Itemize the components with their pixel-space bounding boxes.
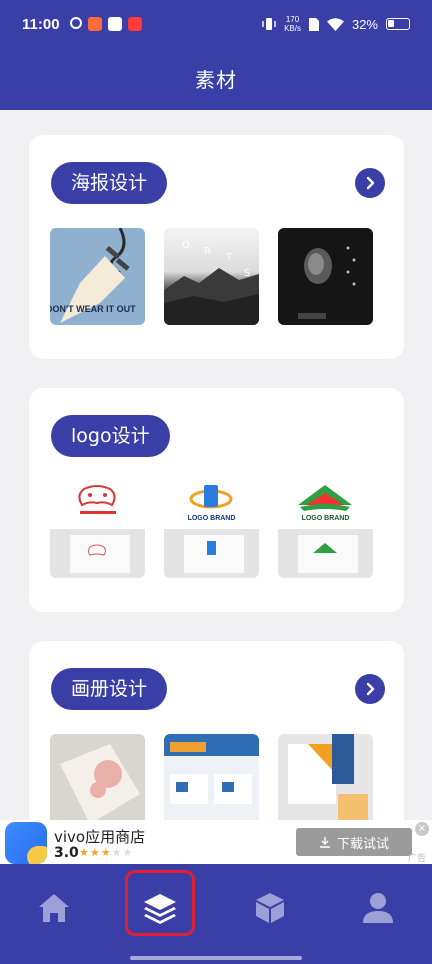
battery-percent: 32% bbox=[351, 16, 378, 32]
logo-brand-text: LOGO BRAND bbox=[187, 515, 236, 522]
logo-thumbnails: LOGO BRAND LOGO BRAND bbox=[50, 481, 373, 578]
poster-letter: R bbox=[204, 246, 211, 257]
poster-letter: O bbox=[182, 240, 190, 251]
brand-logo-green bbox=[278, 485, 373, 578]
logo-thumb[interactable]: LOGO BRAND bbox=[164, 481, 259, 578]
nav-templates[interactable] bbox=[242, 880, 298, 936]
brand-logo-blue bbox=[164, 485, 259, 578]
brochure-more-button[interactable] bbox=[355, 674, 385, 704]
brochure-thumb[interactable] bbox=[164, 734, 259, 831]
ad-app-name: vivo应用商店 bbox=[54, 828, 146, 846]
ad-download-label: 下载试试 bbox=[336, 836, 389, 852]
star-icon: ★ bbox=[122, 846, 134, 859]
ad-banner[interactable]: vivo应用商店 3.0 ★★★★★ 下载试试 × 广告 bbox=[0, 820, 432, 864]
poster-thumb[interactable]: DON'T WEAR IT OUT bbox=[50, 228, 145, 325]
poster-thumb[interactable]: O R T S bbox=[164, 228, 259, 325]
notification-icons bbox=[70, 17, 142, 31]
app-header: 11:00 170 KB/s 32% 素材 bbox=[0, 0, 432, 110]
star-icon: ★ bbox=[111, 846, 123, 859]
ad-download-button[interactable]: 下载试试 bbox=[296, 828, 412, 856]
chevron-right-icon bbox=[366, 176, 375, 190]
ad-close-button[interactable]: × bbox=[415, 822, 429, 836]
notification-app-icon bbox=[70, 17, 82, 29]
brochure-thumb[interactable] bbox=[278, 734, 373, 831]
logo-design-card: logo设计 LOGO BRAND LOGO BRAND bbox=[29, 388, 404, 612]
notification-app-icon bbox=[128, 17, 142, 31]
cube-icon bbox=[256, 893, 284, 923]
logo-thumb[interactable] bbox=[50, 481, 145, 578]
download-icon bbox=[319, 837, 330, 848]
notification-mail-icon bbox=[108, 17, 122, 31]
status-right: 170 KB/s 32% bbox=[262, 15, 410, 33]
poster-thumb[interactable] bbox=[278, 228, 373, 325]
ad-rating: 3.0 bbox=[54, 845, 79, 861]
wifi-icon bbox=[326, 17, 344, 31]
brochure-design-card: 画册设计 bbox=[29, 641, 404, 841]
home-icon bbox=[39, 894, 69, 922]
star-icon: ★ bbox=[79, 846, 90, 859]
brochure-thumbnails bbox=[50, 734, 373, 831]
nav-home[interactable] bbox=[26, 880, 82, 936]
section-title-logo[interactable]: logo设计 bbox=[51, 415, 170, 457]
bottom-nav bbox=[0, 864, 432, 964]
status-time: 11:00 bbox=[22, 16, 60, 33]
poster-more-button[interactable] bbox=[355, 168, 385, 198]
brochure-illustration bbox=[60, 744, 140, 824]
sim-card-icon bbox=[308, 17, 319, 31]
ad-tag: 广告 bbox=[407, 854, 426, 864]
net-speed: 170 KB/s bbox=[284, 15, 301, 33]
section-title-poster[interactable]: 海报设计 bbox=[51, 162, 168, 204]
nav-profile[interactable] bbox=[350, 880, 406, 936]
user-icon bbox=[363, 893, 393, 923]
brochure-illustration bbox=[288, 734, 368, 824]
vibrate-icon bbox=[262, 18, 276, 30]
star-icon: ★ bbox=[100, 846, 112, 859]
brochure-thumb[interactable] bbox=[50, 734, 145, 831]
section-title-brochure[interactable]: 画册设计 bbox=[51, 668, 168, 710]
poster-letter: S bbox=[244, 268, 251, 279]
gamepad-logo bbox=[50, 485, 145, 578]
app-store-icon bbox=[5, 822, 47, 864]
active-tab-highlight bbox=[125, 870, 195, 936]
rating-stars: ★★★★★ bbox=[79, 846, 133, 859]
poster-design-card: 海报设计 DON'T WEAR IT OUT O R T S bbox=[29, 135, 404, 359]
logo-brand-text: LOGO BRAND bbox=[301, 515, 350, 522]
star-icon: ★ bbox=[89, 846, 101, 859]
portrait-illustration bbox=[298, 246, 356, 319]
notification-app-icon bbox=[88, 17, 102, 31]
battery-icon bbox=[386, 18, 410, 30]
page-title: 素材 bbox=[195, 68, 237, 92]
poster-thumbnails: DON'T WEAR IT OUT O R T S bbox=[50, 228, 373, 325]
poster-letter: T bbox=[226, 252, 233, 263]
poster-caption: DON'T WEAR IT OUT bbox=[50, 304, 136, 314]
status-bar: 11:00 170 KB/s 32% bbox=[0, 0, 432, 52]
home-indicator[interactable] bbox=[130, 956, 302, 960]
logo-thumb[interactable]: LOGO BRAND bbox=[278, 481, 373, 578]
chevron-right-icon bbox=[366, 682, 375, 696]
brochure-illustration bbox=[164, 734, 259, 804]
